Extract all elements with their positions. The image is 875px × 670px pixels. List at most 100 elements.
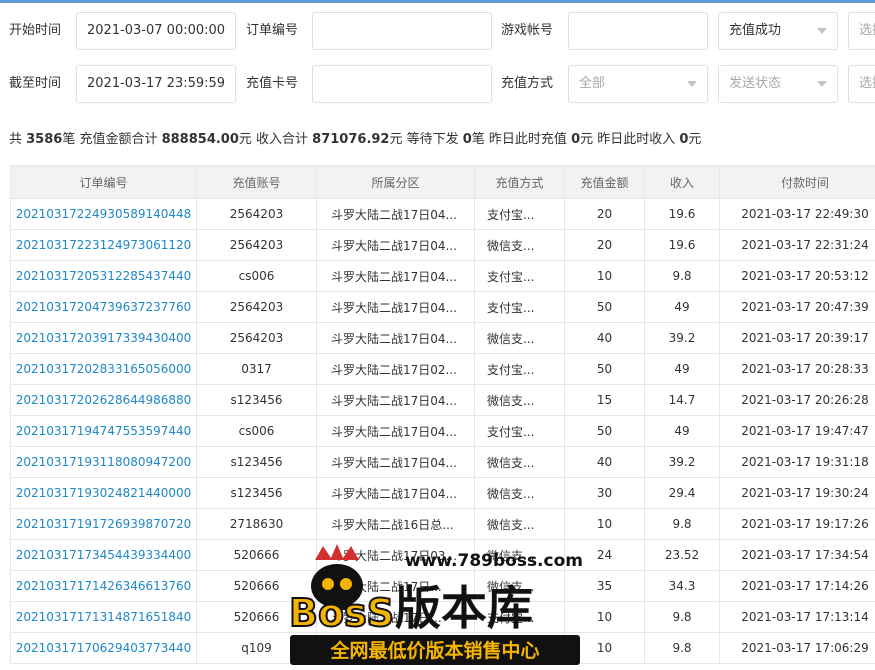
extra-select-1[interactable]: 选择 xyxy=(848,12,875,50)
cell-zone: 斗罗大陆二战17日04... xyxy=(316,322,475,354)
cell-order-no[interactable]: 20210317224930589140448 xyxy=(10,198,197,230)
recharge-status-select[interactable]: 充值成功 xyxy=(718,12,838,50)
cell-income: 14.7 xyxy=(644,384,720,416)
cell-pay-time: 2021-03-17 17:06:29 xyxy=(719,632,875,664)
cell-amount: 40 xyxy=(564,446,645,478)
yesterday-recharge: 0 xyxy=(571,132,581,147)
cell-pay-time: 2021-03-17 17:14:26 xyxy=(719,570,875,602)
cell-pay-method: 微信支... xyxy=(474,322,565,354)
cell-order-no[interactable]: 20210317202833165056000 xyxy=(10,353,197,385)
cell-income: 23.52 xyxy=(644,539,720,571)
cell-pay-time: 2021-03-17 20:28:33 xyxy=(719,353,875,385)
order-count: 3586 xyxy=(26,132,63,147)
end-time-label: 截至时间 xyxy=(9,76,62,91)
col-header-pay-method[interactable]: 充值方式 xyxy=(474,165,565,199)
col-header-account[interactable]: 充值账号 xyxy=(196,165,317,199)
cell-account: cs006 xyxy=(196,415,317,447)
cell-pay-time: 2021-03-17 19:17:26 xyxy=(719,508,875,540)
cell-zone: 斗罗大陆二战17日04... xyxy=(316,291,475,323)
cell-order-no[interactable]: 20210317203917339430400 xyxy=(10,322,197,354)
cell-pay-method: 支付宝... xyxy=(474,291,565,323)
col-header-pay-time[interactable]: 付款时间 xyxy=(719,165,875,199)
cell-amount: 50 xyxy=(564,353,645,385)
extra-select-2[interactable]: 选择 xyxy=(848,65,875,103)
cell-zone: 斗罗大陆二战17日04... xyxy=(316,198,475,230)
cell-income: 9.8 xyxy=(644,508,720,540)
cell-income: 49 xyxy=(644,415,720,447)
pay-method-select[interactable]: 全部 xyxy=(568,65,708,103)
cell-order-no[interactable]: 20210317193024821440000 xyxy=(10,477,197,509)
cell-order-no[interactable]: 20210317173454439334400 xyxy=(10,539,197,571)
total-amount: 888854.00 xyxy=(161,132,239,147)
cell-income: 49 xyxy=(644,291,720,323)
col-header-income[interactable]: 收入 xyxy=(644,165,720,199)
cell-order-no[interactable]: 20210317204739637237760 xyxy=(10,291,197,323)
cell-order-no[interactable]: 20210317170629403773440 xyxy=(10,632,197,664)
cell-income: 9.8 xyxy=(644,260,720,292)
cell-account: cs006 xyxy=(196,260,317,292)
cell-pay-time: 2021-03-17 17:34:54 xyxy=(719,539,875,571)
watermark-slogan: 全网最低价版本销售中心 xyxy=(329,639,539,662)
col-header-order-no[interactable]: 订单编号 xyxy=(10,165,197,199)
start-time-input[interactable]: 2021-03-07 00:00:00 xyxy=(76,12,236,50)
cell-order-no[interactable]: 20210317202628644986880 xyxy=(10,384,197,416)
col-header-zone[interactable]: 所属分区 xyxy=(316,165,475,199)
cell-order-no[interactable]: 20210317194747553597440 xyxy=(10,415,197,447)
cell-pay-method: 支付宝... xyxy=(474,415,565,447)
card-no-input[interactable] xyxy=(312,65,492,103)
chevron-down-icon xyxy=(687,81,697,87)
cell-income: 9.8 xyxy=(644,601,720,633)
cell-income: 19.6 xyxy=(644,229,720,261)
cell-account: 2718630 xyxy=(196,508,317,540)
cell-order-no[interactable]: 20210317193118080947200 xyxy=(10,446,197,478)
cell-amount: 50 xyxy=(564,291,645,323)
cell-account: s123456 xyxy=(196,446,317,478)
cell-amount: 20 xyxy=(564,229,645,261)
cell-account: s123456 xyxy=(196,477,317,509)
cell-pay-time: 2021-03-17 19:31:18 xyxy=(719,446,875,478)
cell-order-no[interactable]: 20210317223124973061120 xyxy=(10,229,197,261)
start-time-label: 开始时间 xyxy=(9,23,62,38)
cell-income: 29.4 xyxy=(644,477,720,509)
cell-pay-time: 2021-03-17 20:47:39 xyxy=(719,291,875,323)
pay-method-label: 充值方式 xyxy=(501,76,554,91)
cell-order-no[interactable]: 20210317191726939870720 xyxy=(10,508,197,540)
send-status-placeholder: 发送状态 xyxy=(729,76,782,91)
end-time-input[interactable]: 2021-03-17 23:59:59 xyxy=(76,65,236,103)
cell-pay-method: 微信支... xyxy=(474,508,565,540)
order-no-input[interactable] xyxy=(312,12,492,50)
col-header-amount[interactable]: 充值金额 xyxy=(564,165,645,199)
table-row: 20210317194747553597440 cs006 斗罗大陆二战17日04.… xyxy=(10,415,875,447)
cell-amount: 10 xyxy=(564,260,645,292)
summary-line: 共 3586笔 充值金额合计 888854.00元 收入合计 871076.92… xyxy=(9,132,702,147)
send-status-select[interactable]: 发送状态 xyxy=(718,65,838,103)
table-row: 20210317202833165056000 0317 斗罗大陆二战17日02..… xyxy=(10,353,875,385)
recharge-status-value: 充值成功 xyxy=(729,23,782,38)
cell-pay-method: 支付宝... xyxy=(474,353,565,385)
cell-pay-method: 微信支... xyxy=(474,384,565,416)
table-row: 20210317203917339430400 2564203 斗罗大陆二战17日0… xyxy=(10,322,875,354)
cell-income: 34.3 xyxy=(644,570,720,602)
cell-zone: 斗罗大陆二战17日04... xyxy=(316,415,475,447)
table-row: 20210317205312285437440 cs006 斗罗大陆二战17日04.… xyxy=(10,260,875,292)
top-accent-line xyxy=(0,0,875,3)
cell-account: 2564203 xyxy=(196,291,317,323)
cell-zone: 斗罗大陆二战17日04... xyxy=(316,477,475,509)
cell-order-no[interactable]: 20210317205312285437440 xyxy=(10,260,197,292)
cell-pay-method: 支付宝... xyxy=(474,198,565,230)
table-header-row: 订单编号 充值账号 所属分区 充值方式 充值金额 收入 付款时间 xyxy=(10,165,875,199)
cell-account: 0317 xyxy=(196,353,317,385)
total-income: 871076.92 xyxy=(312,132,390,147)
cell-pay-method: 微信支... xyxy=(474,477,565,509)
watermark-url: www.789boss.com xyxy=(405,551,583,571)
cell-order-no[interactable]: 20210317171314871651840 xyxy=(10,601,197,633)
cell-income: 39.2 xyxy=(644,446,720,478)
cell-pay-time: 2021-03-17 17:13:14 xyxy=(719,601,875,633)
cell-order-no[interactable]: 20210317171426346613760 xyxy=(10,570,197,602)
cell-pay-time: 2021-03-17 20:53:12 xyxy=(719,260,875,292)
game-account-input[interactable] xyxy=(568,12,708,50)
cell-income: 49 xyxy=(644,353,720,385)
cell-income: 39.2 xyxy=(644,322,720,354)
cell-amount: 15 xyxy=(564,384,645,416)
cell-zone: 斗罗大陆二战17日04... xyxy=(316,384,475,416)
